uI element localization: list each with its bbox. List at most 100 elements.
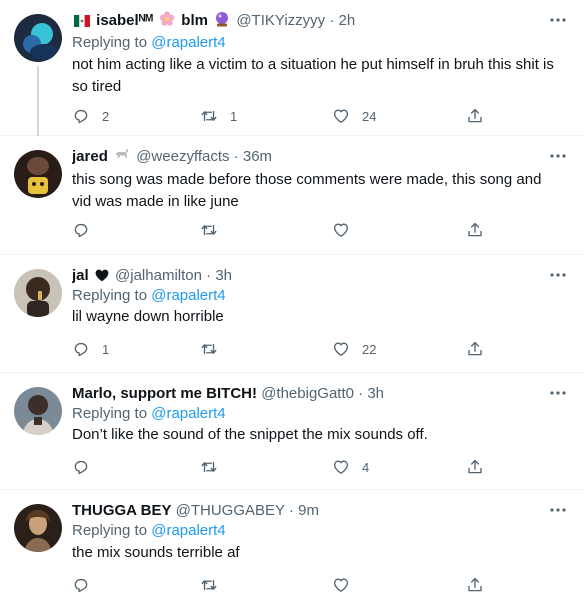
like-button[interactable] [332, 220, 362, 240]
replying-to-link[interactable]: @rapalert4 [151, 405, 225, 422]
thread-line [37, 66, 39, 136]
more-options-icon[interactable] [548, 383, 568, 403]
retweet-icon [201, 224, 217, 236]
separator-dot: · [233, 148, 239, 165]
more-options-icon[interactable] [548, 500, 568, 520]
avatar[interactable] [14, 504, 62, 552]
retweet-button[interactable] [200, 339, 230, 359]
reply-button[interactable] [72, 457, 102, 477]
tweet-3[interactable]: jal @jalhamilton · 3h Replying to @rapal… [0, 255, 584, 373]
tweet-actions: 4 [72, 457, 502, 477]
retweet-button[interactable] [200, 457, 230, 477]
like-button[interactable]: 22 [332, 339, 376, 359]
avatar[interactable] [14, 387, 62, 435]
replying-to-link[interactable]: @rapalert4 [151, 287, 225, 304]
user-handle[interactable]: @weezyffacts [136, 148, 229, 165]
replying-to-link[interactable]: @rapalert4 [151, 522, 225, 539]
replying-to-label: Replying to [72, 405, 148, 422]
replying-to-link[interactable]: @rapalert4 [151, 34, 225, 51]
like-button[interactable]: 24 [332, 106, 376, 126]
display-name-suffix: blm [181, 12, 208, 29]
more-options-icon[interactable] [548, 265, 568, 285]
user-handle[interactable]: @thebigGatt0 [261, 385, 354, 402]
share-button[interactable] [466, 339, 484, 359]
timestamp[interactable]: 2h [339, 12, 356, 29]
user-handle[interactable]: @TIKYizzyyy [236, 12, 325, 29]
reply-icon [74, 578, 88, 593]
tweet-text: lil wayne down horrible [72, 308, 224, 325]
like-button[interactable] [332, 575, 362, 595]
tweet-text: Don’t like the sound of the snippet the … [72, 426, 428, 443]
reply-button[interactable]: 1 [72, 339, 109, 359]
retweet-icon [201, 110, 217, 122]
more-options-icon[interactable] [548, 146, 568, 166]
heart-icon [333, 578, 349, 592]
goat-icon [114, 147, 130, 169]
tweet-actions [72, 575, 502, 595]
avatar[interactable] [14, 14, 62, 62]
user-handle[interactable]: @THUGGABEY [176, 502, 285, 519]
tweet-5[interactable]: THUGGA BEY @THUGGABEY · 9m Replying to @… [0, 490, 584, 600]
reply-icon [74, 342, 88, 357]
share-icon [468, 459, 482, 474]
share-icon [468, 341, 482, 356]
tweet-1[interactable]: isabelᴺᴹ blm @TIKYizzyyy · 2h Replying t… [0, 0, 584, 136]
heart-icon [333, 223, 349, 237]
share-button[interactable] [466, 457, 484, 477]
display-name[interactable]: Marlo, support me BITCH! [72, 385, 257, 402]
tweet-header: jal @jalhamilton · 3h [72, 266, 544, 288]
tweet-2[interactable]: jared @weezyffacts · 36m this song was m… [0, 136, 584, 255]
like-count: 4 [362, 459, 370, 475]
cherry-blossom-icon [159, 11, 175, 33]
more-options-icon[interactable] [548, 10, 568, 30]
reply-icon [74, 223, 88, 238]
reply-icon [74, 460, 88, 475]
avatar[interactable] [14, 150, 62, 198]
replying-to: Replying to @rapalert4 [72, 33, 226, 53]
tweet-4[interactable]: Marlo, support me BITCH! @thebigGatt0 · … [0, 373, 584, 490]
like-button[interactable]: 4 [332, 457, 369, 477]
like-count: 22 [362, 341, 377, 357]
avatar[interactable] [14, 269, 62, 317]
share-button[interactable] [466, 220, 484, 240]
timestamp[interactable]: 3h [215, 267, 232, 284]
reply-button[interactable] [72, 575, 102, 595]
timestamp[interactable]: 36m [243, 148, 272, 165]
reply-icon [74, 109, 88, 124]
retweet-button[interactable] [200, 220, 230, 240]
timestamp[interactable]: 9m [298, 502, 319, 519]
heart-icon [333, 342, 349, 356]
reply-count: 1 [102, 341, 110, 357]
reply-button[interactable] [72, 220, 102, 240]
timestamp[interactable]: 3h [367, 385, 384, 402]
reply-count: 2 [102, 108, 110, 124]
separator-dot: · [358, 385, 364, 402]
tweet-header: THUGGA BEY @THUGGABEY · 9m [72, 501, 544, 521]
retweet-button[interactable]: 1 [200, 106, 237, 126]
retweet-icon [201, 343, 217, 355]
retweet-count: 1 [230, 108, 238, 124]
share-icon [468, 108, 482, 123]
retweet-button[interactable] [200, 575, 230, 595]
tweet-text: not him acting like a victim to a situat… [72, 56, 554, 95]
display-name[interactable]: isabelᴺᴹ [96, 12, 153, 29]
mexico-flag-icon [74, 13, 90, 33]
reply-feed: isabelᴺᴹ blm @TIKYizzyyy · 2h Replying t… [0, 0, 584, 600]
share-button[interactable] [466, 106, 484, 126]
heart-icon [333, 109, 349, 123]
reply-button[interactable]: 2 [72, 106, 109, 126]
display-name[interactable]: jal [72, 267, 89, 284]
tweet-text: this song was made before those comments… [72, 171, 542, 210]
tweet-actions [72, 220, 502, 240]
share-icon [468, 222, 482, 237]
user-handle[interactable]: @jalhamilton [115, 267, 202, 284]
replying-to-label: Replying to [72, 287, 148, 304]
share-button[interactable] [466, 575, 484, 595]
display-name[interactable]: jared [72, 148, 108, 165]
display-name[interactable]: THUGGA BEY [72, 502, 171, 519]
retweet-icon [201, 461, 217, 473]
separator-dot: · [329, 12, 335, 29]
replying-to: Replying to @rapalert4 [72, 286, 226, 306]
tweet-actions: 2 1 24 [72, 106, 502, 126]
replying-to: Replying to @rapalert4 [72, 404, 226, 424]
